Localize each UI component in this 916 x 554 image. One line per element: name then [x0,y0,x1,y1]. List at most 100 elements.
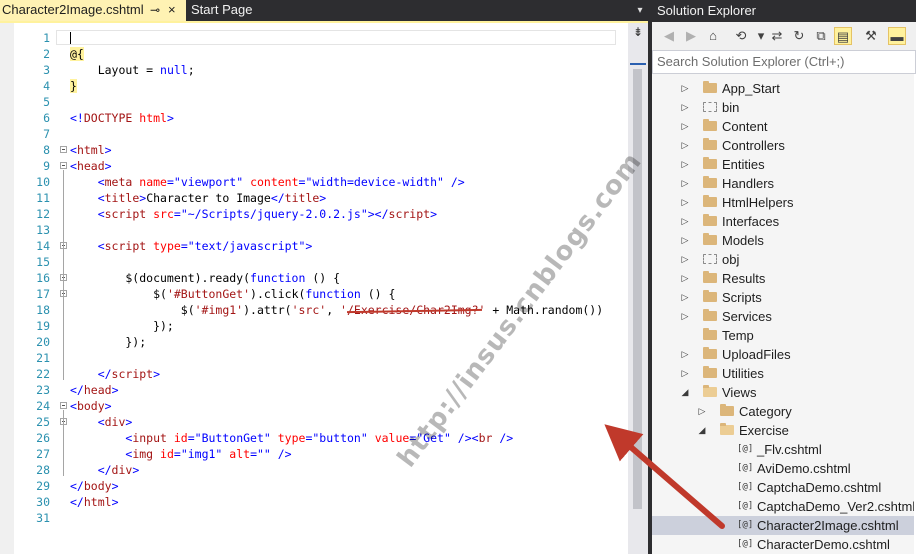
show-all-files-icon[interactable]: ▤ [834,27,852,45]
tree-item-results[interactable]: ▷ Results [652,269,914,288]
tree-item-category[interactable]: ▷ Category [652,402,914,421]
code-line[interactable]: <img id="img1" alt="" /> [70,446,628,462]
expand-arrow-icon[interactable]: ▷ [680,269,690,288]
code-line[interactable]: <div> [70,414,628,430]
code-line[interactable]: }); [70,318,628,334]
tree-item-views[interactable]: ◢ Views [652,383,914,402]
expand-arrow-icon[interactable]: ▷ [680,307,690,326]
search-input[interactable]: Search Solution Explorer (Ctrl+;) [652,50,916,74]
code-line[interactable] [70,126,628,142]
tree-item-captchademo-cshtml[interactable]: [@] CaptchaDemo.cshtml [652,478,914,497]
collapse-icon[interactable] [60,402,67,409]
back-icon[interactable]: ◀ [660,27,678,45]
tree-item-controllers[interactable]: ▷ Controllers [652,136,914,155]
code-line[interactable]: <head> [70,158,628,174]
sync-icon[interactable]: ⇄ [768,27,786,45]
code-line[interactable]: $(document).ready(function () { [70,270,628,286]
code-line[interactable] [70,254,628,270]
code-line[interactable]: <meta name="viewport" content="width=dev… [70,174,628,190]
tree-item-interfaces[interactable]: ▷ Interfaces [652,212,914,231]
close-icon[interactable]: × [168,0,176,20]
tab-dropdown-icon[interactable]: ▾ [633,0,647,21]
tree-item-entities[interactable]: ▷ Entities [652,155,914,174]
code-line[interactable]: @{ [70,46,628,62]
split-window-icon[interactable]: ⇟ [631,25,645,39]
pin-icon[interactable]: ⊸ [150,0,160,20]
expand-arrow-icon[interactable]: ▷ [680,288,690,307]
expand-arrow-icon[interactable]: ▷ [680,212,690,231]
expand-arrow-icon[interactable]: ▷ [680,193,690,212]
code-line[interactable]: <html> [70,142,628,158]
expand-arrow-icon[interactable]: ▷ [680,136,690,155]
pin-icon[interactable]: ▬ [888,27,906,45]
tree-item-characterdemo-cshtml[interactable]: [@] CharacterDemo.cshtml [652,535,914,554]
expand-arrow-icon[interactable]: ▷ [680,345,690,364]
code-line[interactable]: </body> [70,478,628,494]
tree-item-exercise[interactable]: ◢ Exercise [652,421,914,440]
editor-vertical-scrollbar[interactable]: ⇟ [628,23,648,554]
expand-arrow-icon[interactable]: ▷ [680,174,690,193]
code-line[interactable] [70,222,628,238]
properties-icon[interactable]: ⚒ [862,27,880,45]
tree-item-character2image-cshtml[interactable]: [@] Character2Image.cshtml [652,516,914,535]
tree-item-uploadfiles[interactable]: ▷ UploadFiles [652,345,914,364]
code-line[interactable]: </html> [70,494,628,510]
tree-item-models[interactable]: ▷ Models [652,231,914,250]
code-line[interactable]: Layout = null; [70,62,628,78]
code-line[interactable]: </div> [70,462,628,478]
expand-arrow-icon[interactable]: ▷ [680,155,690,174]
code-line[interactable]: $('#img1').attr('src', '/Exercise/Char2I… [70,302,628,318]
tree-item-htmlhelpers[interactable]: ▷ HtmlHelpers [652,193,914,212]
collapse-all-icon[interactable]: ⧉ [812,27,830,45]
collapse-arrow-icon[interactable]: ◢ [680,383,690,402]
tree-item-temp[interactable]: Temp [652,326,914,345]
code-line[interactable]: <input id="ButtonGet" type="button" valu… [70,430,628,446]
history-icon[interactable]: ⟲ [732,27,750,45]
tree-item-services[interactable]: ▷ Services [652,307,914,326]
expand-arrow-icon[interactable]: ▷ [680,98,690,117]
code-line[interactable]: </head> [70,382,628,398]
expand-arrow-icon[interactable]: ▷ [680,231,690,250]
expand-arrow-icon[interactable]: ▷ [680,250,690,269]
tree-item-handlers[interactable]: ▷ Handlers [652,174,914,193]
folder-icon [703,119,717,131]
tree-item-content[interactable]: ▷ Content [652,117,914,136]
expand-arrow-icon[interactable]: ▷ [697,402,707,421]
code-line[interactable] [56,30,628,46]
code-line[interactable]: </script> [70,366,628,382]
tab-character2image[interactable]: Character2Image.cshtml ⊸ × [0,0,186,21]
code-line[interactable]: $('#ButtonGet').click(function () { [70,286,628,302]
code-line[interactable]: <script type="text/javascript"> [70,238,628,254]
expand-arrow-icon[interactable]: ▷ [680,364,690,383]
code-line[interactable] [70,510,628,526]
expand-arrow-icon[interactable]: ▷ [680,79,690,98]
scrollbar-thumb[interactable] [633,69,642,509]
code-line[interactable]: <script src="~/Scripts/jquery-2.0.2.js">… [70,206,628,222]
refresh-icon[interactable]: ↻ [790,27,808,45]
collapse-arrow-icon[interactable]: ◢ [697,421,707,440]
tree-item-scripts[interactable]: ▷ Scripts [652,288,914,307]
tree-item-utilities[interactable]: ▷ Utilities [652,364,914,383]
code-line[interactable] [70,94,628,110]
collapse-icon[interactable] [60,146,67,153]
code-line[interactable]: <title>Character to Image</title> [70,190,628,206]
collapse-icon[interactable] [60,162,67,169]
code-line[interactable]: }); [70,334,628,350]
code-line[interactable]: } [70,78,628,94]
code-line[interactable] [70,350,628,366]
tree-item--flv-cshtml[interactable]: [@] _Flv.cshtml [652,440,914,459]
code-token: > [111,479,119,493]
code-line[interactable]: <body> [70,398,628,414]
tree-item-avidemo-cshtml[interactable]: [@] AviDemo.cshtml [652,459,914,478]
home-icon[interactable]: ⌂ [704,27,722,45]
tree-item-bin[interactable]: ▷ bin [652,98,914,117]
tab-start-page[interactable]: Start Page [186,0,306,21]
code-line[interactable]: <!DOCTYPE html> [70,110,628,126]
tree-item-obj[interactable]: ▷ obj [652,250,914,269]
tree-item-app-start[interactable]: ▷ App_Start [652,79,914,98]
code-editor[interactable]: Character2Image.cshtml ⊸ × Start Page ▾ … [0,0,648,554]
forward-icon[interactable]: ▶ [682,27,700,45]
tree-item-captchademo-ver2-cshtml[interactable]: [@] CaptchaDemo_Ver2.cshtml [652,497,915,516]
code-area[interactable]: @{ Layout = null;} <!DOCTYPE html> <html> <… [56,23,628,554]
expand-arrow-icon[interactable]: ▷ [680,117,690,136]
